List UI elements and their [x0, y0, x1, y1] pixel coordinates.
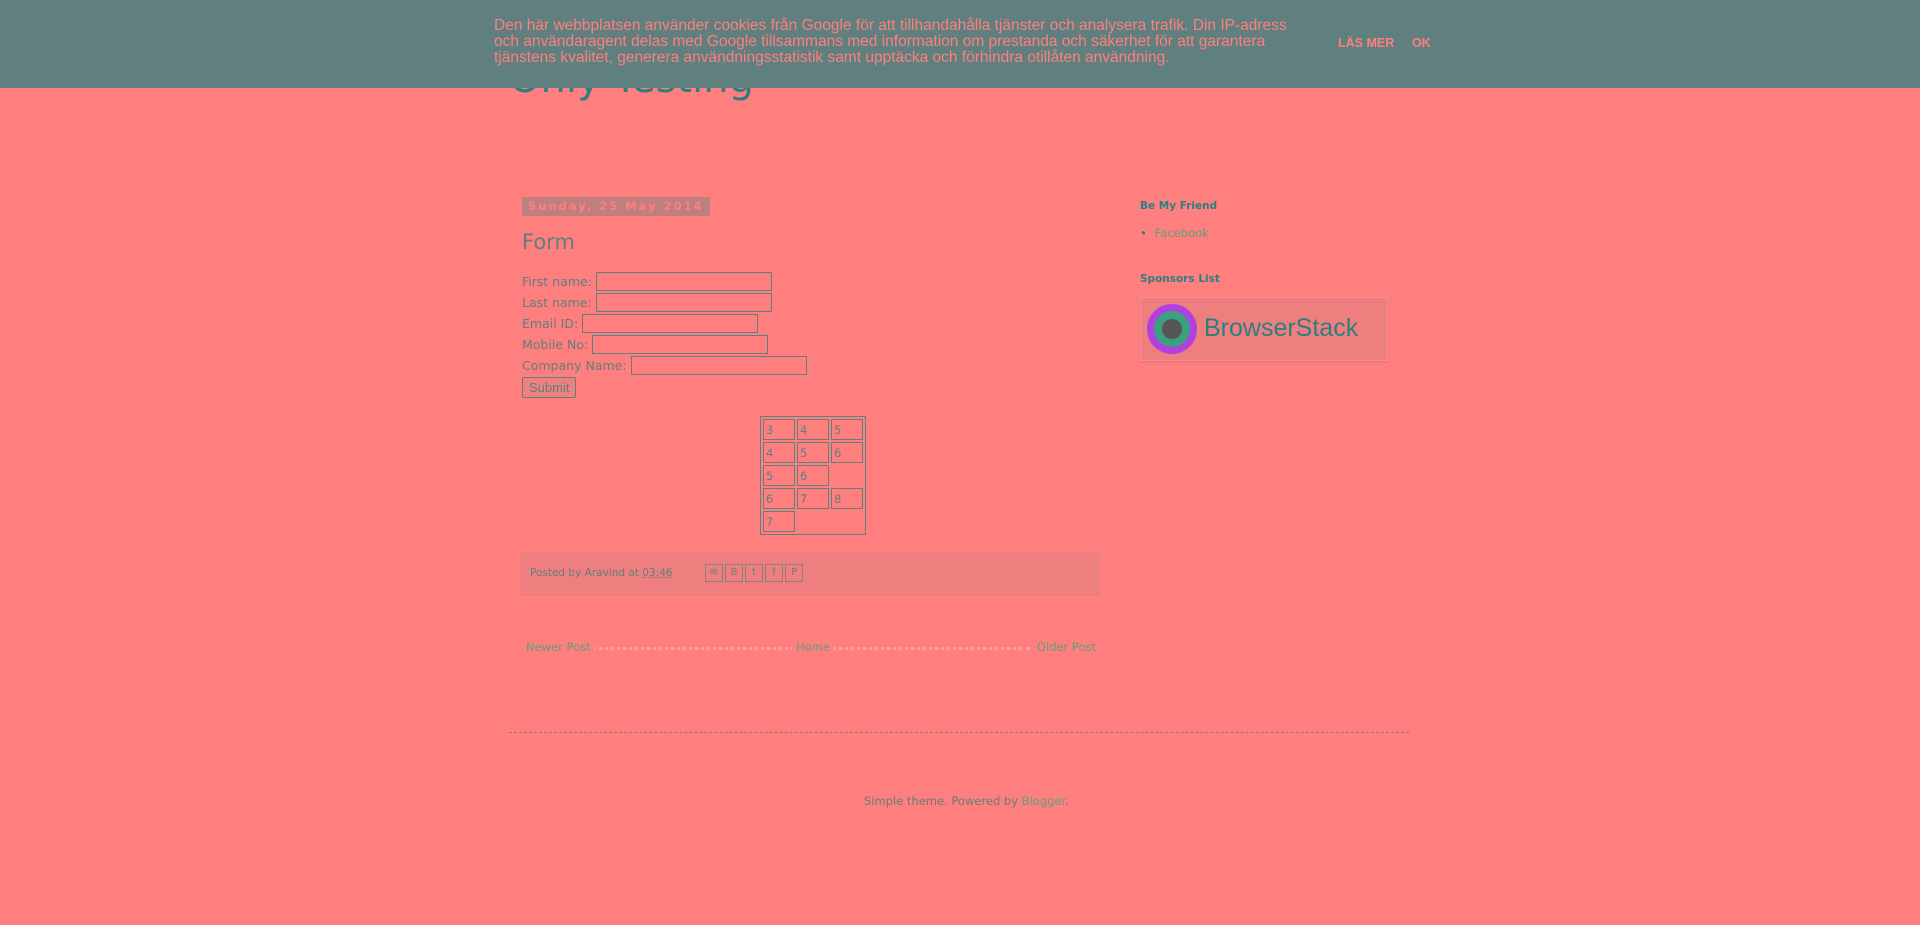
- pinterest-icon[interactable]: P: [785, 564, 803, 582]
- table-cell: 6: [763, 488, 795, 509]
- post-time-link[interactable]: 03:46: [642, 567, 672, 579]
- blogger-link[interactable]: Blogger: [1022, 794, 1065, 808]
- table-cell: 5: [831, 419, 863, 440]
- table-cell: 7: [797, 488, 829, 509]
- newer-post-link[interactable]: Newer Post: [526, 640, 595, 654]
- first-name-row: First name:: [522, 271, 772, 292]
- post-meta: Posted by Aravind at 03:46: [530, 567, 673, 579]
- email-row: Email ID:: [522, 313, 759, 334]
- table-row: 5 6: [763, 465, 863, 486]
- post-footer: Posted by Aravind at 03:46 ✉ B t f P: [520, 552, 1100, 595]
- table-row: 3 4 5: [763, 419, 863, 440]
- first-name-input[interactable]: [595, 272, 772, 291]
- email-icon[interactable]: ✉: [705, 564, 723, 582]
- company-label: Company Name:: [522, 358, 627, 373]
- sponsors-list-title: Sponsors List: [1140, 273, 1220, 285]
- footer-prefix: Simple theme. Powered by: [864, 794, 1019, 808]
- last-name-input[interactable]: [595, 293, 772, 312]
- table-cell: 7: [763, 511, 795, 532]
- first-name-label: First name:: [522, 274, 592, 289]
- table-row: 6 7 8: [763, 488, 863, 509]
- footer-attribution: Simple theme. Powered by Blogger.: [864, 794, 1069, 808]
- at-label: at: [628, 567, 639, 579]
- cookie-notice-bar: Den här webbplatsen använder cookies frå…: [0, 0, 1920, 88]
- cookie-notice-text: Den här webbplatsen använder cookies frå…: [494, 17, 1287, 66]
- table-cell: 6: [831, 442, 863, 463]
- table-row: 4 5 6: [763, 442, 863, 463]
- be-my-friend-title: Be My Friend: [1140, 200, 1218, 212]
- post-date: Sunday, 25 May 2014: [522, 197, 710, 216]
- table-cell-empty: [797, 511, 863, 532]
- bullet-icon: •: [1140, 226, 1147, 240]
- facebook-list-item: • Facebook: [1140, 226, 1209, 240]
- older-post-link[interactable]: Older Post: [1032, 640, 1096, 654]
- email-label: Email ID:: [522, 316, 579, 331]
- table-cell: 5: [763, 465, 795, 486]
- cookie-ok-button[interactable]: OK: [1412, 36, 1431, 50]
- number-table: 3 4 5 4 5 6 5 6 6 7 8 7: [760, 416, 866, 535]
- footer-divider: [509, 732, 1409, 733]
- table-cell: 4: [797, 419, 829, 440]
- mobile-row: Mobile No:: [522, 334, 769, 355]
- posted-by-label: Posted by: [530, 567, 582, 579]
- last-name-row: Last name:: [522, 292, 772, 313]
- table-cell-empty: [831, 465, 863, 486]
- post-title: Form: [522, 230, 575, 254]
- email-input[interactable]: [582, 314, 759, 333]
- learn-more-link[interactable]: LÄS MER: [1338, 36, 1394, 50]
- facebook-link[interactable]: Facebook: [1155, 226, 1209, 240]
- browserstack-logo-icon: [1147, 304, 1197, 354]
- browserstack-logo-text: BrowserStack: [1204, 314, 1359, 342]
- table-row: 7: [763, 511, 863, 532]
- share-buttons: ✉ B t f P: [705, 564, 803, 582]
- blog-pager: Newer Post Home Older Post: [522, 640, 1100, 656]
- table-cell: 5: [797, 442, 829, 463]
- facebook-icon[interactable]: f: [765, 564, 783, 582]
- table-cell: 6: [797, 465, 829, 486]
- table-cell: 4: [763, 442, 795, 463]
- submit-button[interactable]: Submit: [522, 377, 577, 398]
- company-input[interactable]: [630, 356, 807, 375]
- mobile-label: Mobile No:: [522, 337, 589, 352]
- table-cell: 3: [763, 419, 795, 440]
- browserstack-banner[interactable]: BrowserStack: [1140, 297, 1388, 361]
- last-name-label: Last name:: [522, 295, 592, 310]
- footer-suffix: .: [1065, 794, 1069, 808]
- twitter-icon[interactable]: t: [745, 564, 763, 582]
- mobile-input[interactable]: [592, 335, 769, 354]
- blogthis-icon[interactable]: B: [725, 564, 743, 582]
- post-author: Aravind: [584, 567, 626, 579]
- home-link[interactable]: Home: [792, 640, 834, 654]
- company-row: Company Name:: [522, 355, 807, 376]
- table-cell: 8: [831, 488, 863, 509]
